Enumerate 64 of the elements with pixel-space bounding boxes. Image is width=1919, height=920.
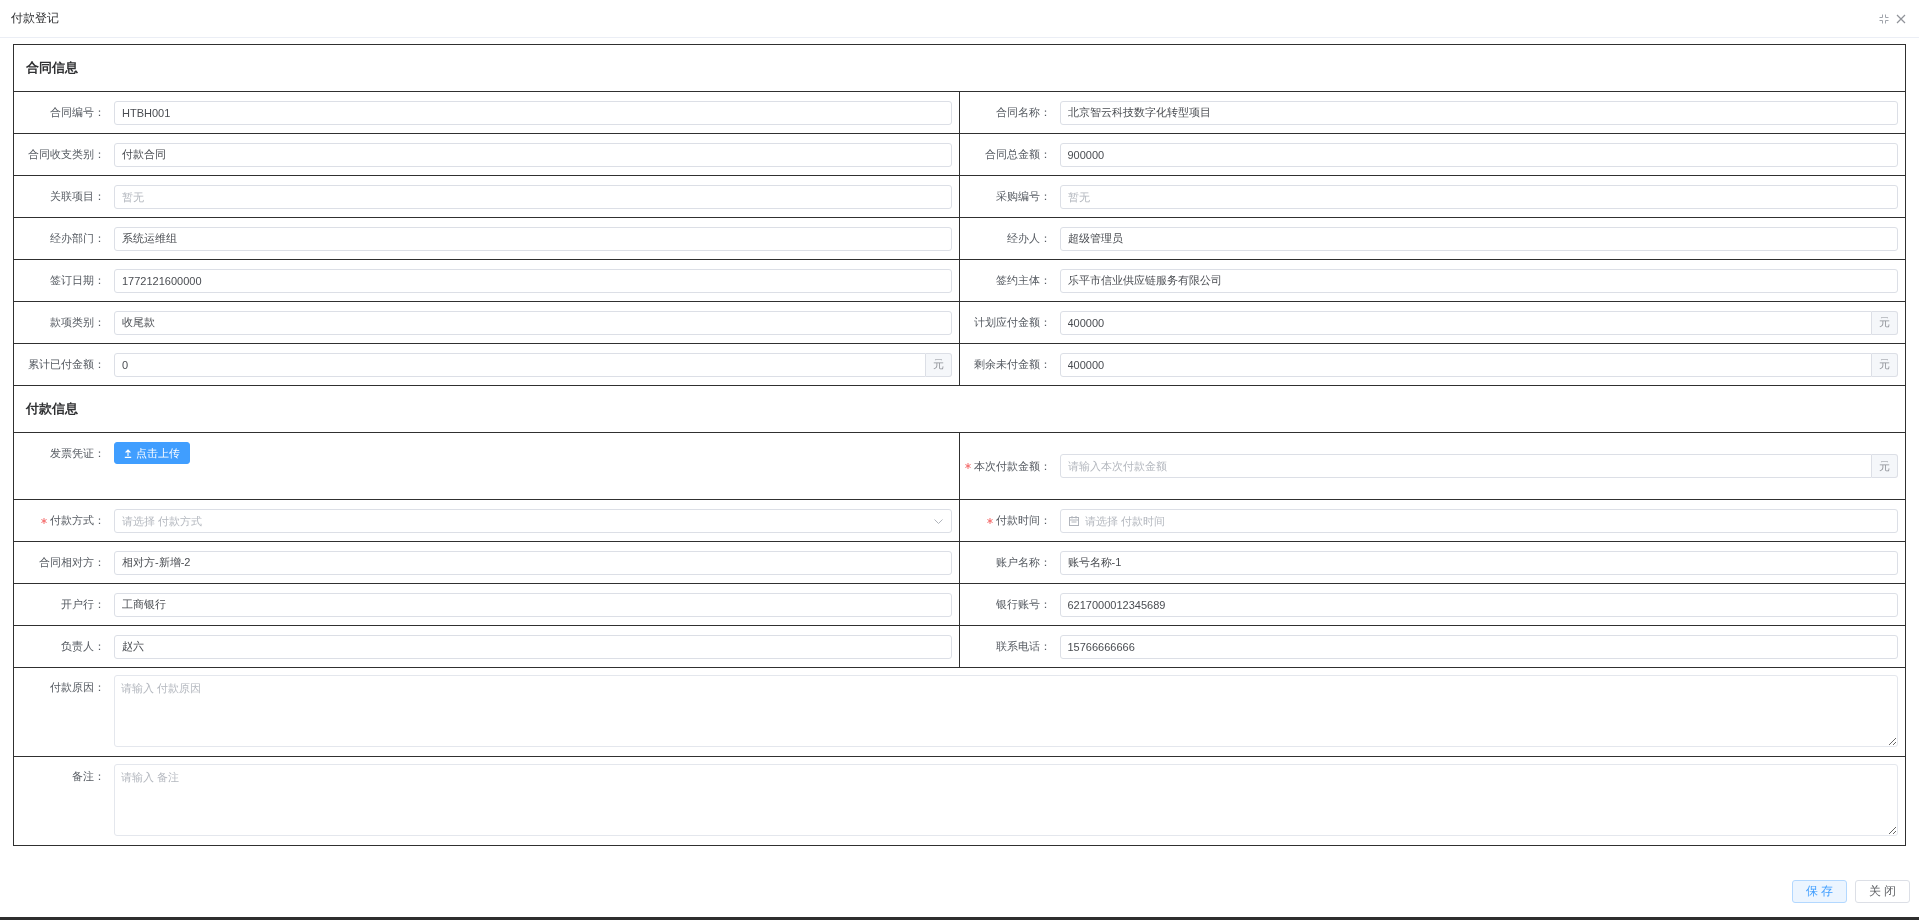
chevron-down-icon [933,518,943,524]
field-label: 联系电话： [995,639,1051,654]
field-label: 签订日期： [50,273,105,288]
field-label: 本次付款金额： [973,458,1051,474]
field-label: 计划应付金额： [973,315,1051,330]
textarea-field[interactable]: 请输入 备注 [114,764,1898,836]
text-field[interactable]: 1772121600000 [114,268,952,293]
text-field[interactable]: 超级管理员 [1059,226,1898,251]
text-field[interactable]: 北京智云科技数字化转型项目 [1059,100,1898,125]
field-label: 账户名称： [995,555,1051,570]
text-field[interactable]: 收尾款 [114,310,952,335]
field-label: 负责人： [61,639,105,654]
field-label: 款项类别： [50,315,105,330]
unit-suffix: 元 [1872,454,1898,478]
text-field[interactable]: 乐平市信业供应链服务有限公司 [1059,268,1898,293]
text-field[interactable]: 暂无 [114,184,952,209]
field-label: 付款时间： [995,513,1051,528]
text-field[interactable]: 账号名称-1 [1059,550,1898,575]
field-label: 累计已付金额： [28,357,105,372]
field-label: 银行账号： [995,597,1051,612]
field-label: 签约主体： [995,273,1051,288]
text-field[interactable]: 工商银行 [114,592,952,617]
textarea-field[interactable]: 请输入 付款原因 [114,675,1898,747]
section-title: 合同信息 [26,59,78,77]
field-label: 合同总金额： [984,147,1051,162]
close-button[interactable]: 关闭 [1855,880,1910,903]
field-label: 经办人： [1006,231,1051,246]
field-label: 关联项目： [50,189,105,204]
date-field[interactable]: 请选择 付款时间 [1059,508,1898,533]
text-field[interactable]: 6217000012345689 [1059,592,1898,617]
text-field[interactable]: 0 [114,352,926,377]
field-label: 合同收支类别： [28,147,105,162]
field-label: 付款方式： [50,513,105,528]
field-label: 剩余未付金额： [973,357,1051,372]
unit-suffix: 元 [1872,352,1898,377]
field-label: 经办部门： [50,231,105,246]
dialog-title: 付款登记 [11,10,59,27]
text-field[interactable]: 相对方-新增-2 [114,550,952,575]
upload-icon [124,448,132,458]
text-field[interactable]: 15766666666 [1059,634,1898,659]
field-label: 发票凭证： [50,445,105,461]
field-label: 开户行： [61,597,105,612]
text-field[interactable]: 付款合同 [114,142,952,167]
text-field[interactable]: HTBH001 [114,100,952,125]
close-icon[interactable] [1896,13,1906,24]
text-field[interactable]: 暂无 [1059,184,1898,209]
field-label: 付款原因： [50,679,105,695]
field-label: 合同相对方： [39,555,105,570]
section-title: 付款信息 [26,400,78,418]
shrink-icon[interactable] [1879,13,1889,24]
select-field[interactable]: 请选择 付款方式 [114,508,952,533]
text-field[interactable]: 请输入本次付款金额 [1059,454,1872,478]
field-label: 采购编号： [995,189,1051,204]
text-field[interactable]: 400000 [1059,352,1872,377]
field-label: 合同编号： [50,105,105,120]
unit-suffix: 元 [1872,310,1898,335]
field-label: 合同名称： [995,105,1051,120]
unit-suffix: 元 [925,352,952,377]
field-label: 备注： [72,768,105,784]
text-field[interactable]: 400000 [1059,310,1872,335]
text-field[interactable]: 赵六 [114,634,952,659]
text-field[interactable]: 系统运维组 [114,226,952,251]
text-field[interactable]: 900000 [1059,142,1898,167]
calendar-icon [1068,515,1079,526]
